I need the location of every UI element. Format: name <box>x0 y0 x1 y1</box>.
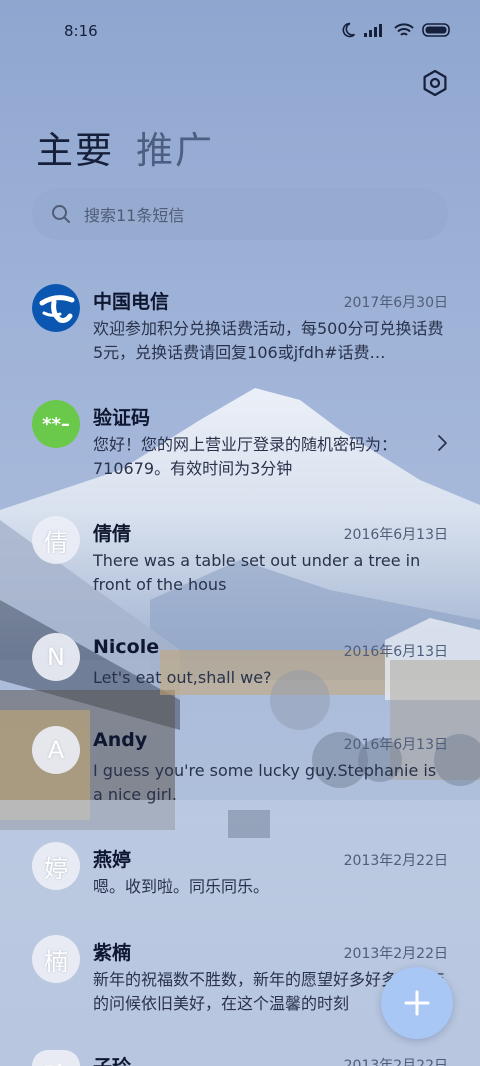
message-preview: There was a table set out under a tree i… <box>93 551 421 594</box>
avatar-text: 楠 <box>44 947 68 976</box>
status-time: 8:16 <box>64 22 98 40</box>
china-telecom-logo-icon <box>32 284 80 332</box>
contact-name: 中国电信 <box>93 291 170 313</box>
plus-icon <box>404 990 430 1016</box>
search-placeholder: 搜索11条短信 <box>84 206 185 225</box>
contact-name: 验证码 <box>93 407 151 429</box>
avatar: 楠 <box>32 935 80 983</box>
avatar-text: 玲 <box>44 1056 68 1066</box>
avatar <box>32 284 80 332</box>
contact-name: Andy <box>93 729 148 751</box>
search-bar[interactable]: 搜索11条短信 <box>32 188 448 240</box>
avatar-text: 婷 <box>44 854 68 883</box>
message-date: 2016年6月13日 <box>343 644 448 660</box>
message-preview: Let's eat out,shall we? <box>93 668 272 687</box>
tab-primary[interactable]: 主要 <box>36 120 114 174</box>
message-preview: 嗯。收到啦。同乐同乐。 <box>93 877 270 896</box>
contact-name: 燕婷 <box>93 849 132 871</box>
message-date: 2013年2月22日 <box>343 1058 448 1066</box>
message-date: 2016年6月13日 <box>343 527 448 543</box>
avatar: **– <box>32 400 80 448</box>
message-preview: 您好！您的网上营业厅登录的随机密码为：710679。有效时间为3分钟 <box>93 435 398 478</box>
avatar: A <box>32 726 80 774</box>
contact-name: 子玲 <box>93 1052 131 1066</box>
message-preview: 欢迎参加积分兑换话费活动，每500分可兑换话费5元，兑换话费请回复106或jfd… <box>93 319 444 362</box>
compose-button[interactable] <box>381 967 453 1039</box>
message-date: 2017年6月30日 <box>343 295 448 311</box>
contact-name: Nicole <box>93 636 160 658</box>
message-date: 2016年6月13日 <box>343 737 448 753</box>
contact-name: 紫楠 <box>93 942 132 964</box>
message-date: 2013年2月22日 <box>343 853 448 869</box>
avatar: 倩 <box>32 516 80 564</box>
contact-name: 倩倩 <box>93 523 132 545</box>
tab-bar: 主要 推广 <box>36 120 214 174</box>
moon-icon <box>342 22 356 38</box>
avatar: 玲 <box>32 1050 80 1066</box>
gear-icon <box>423 69 447 97</box>
avatar-text: A <box>47 736 65 764</box>
message-preview: I guess you're some lucky guy.Stephanie … <box>93 761 437 804</box>
battery-icon <box>422 23 450 37</box>
signal-icon <box>364 24 382 37</box>
avatar-text: **– <box>42 413 70 435</box>
avatar: N <box>32 633 80 681</box>
message-date: 2013年2月22日 <box>343 946 448 962</box>
status-bar: 8:16 <box>0 18 480 44</box>
avatar-text: N <box>47 643 65 671</box>
tab-promotions[interactable]: 推广 <box>136 120 214 174</box>
settings-button[interactable] <box>420 68 450 98</box>
wifi-icon <box>394 22 414 36</box>
chevron-right-icon[interactable] <box>436 433 450 453</box>
avatar-text: 倩 <box>44 528 68 557</box>
avatar: 婷 <box>32 842 80 890</box>
search-icon <box>52 205 70 223</box>
